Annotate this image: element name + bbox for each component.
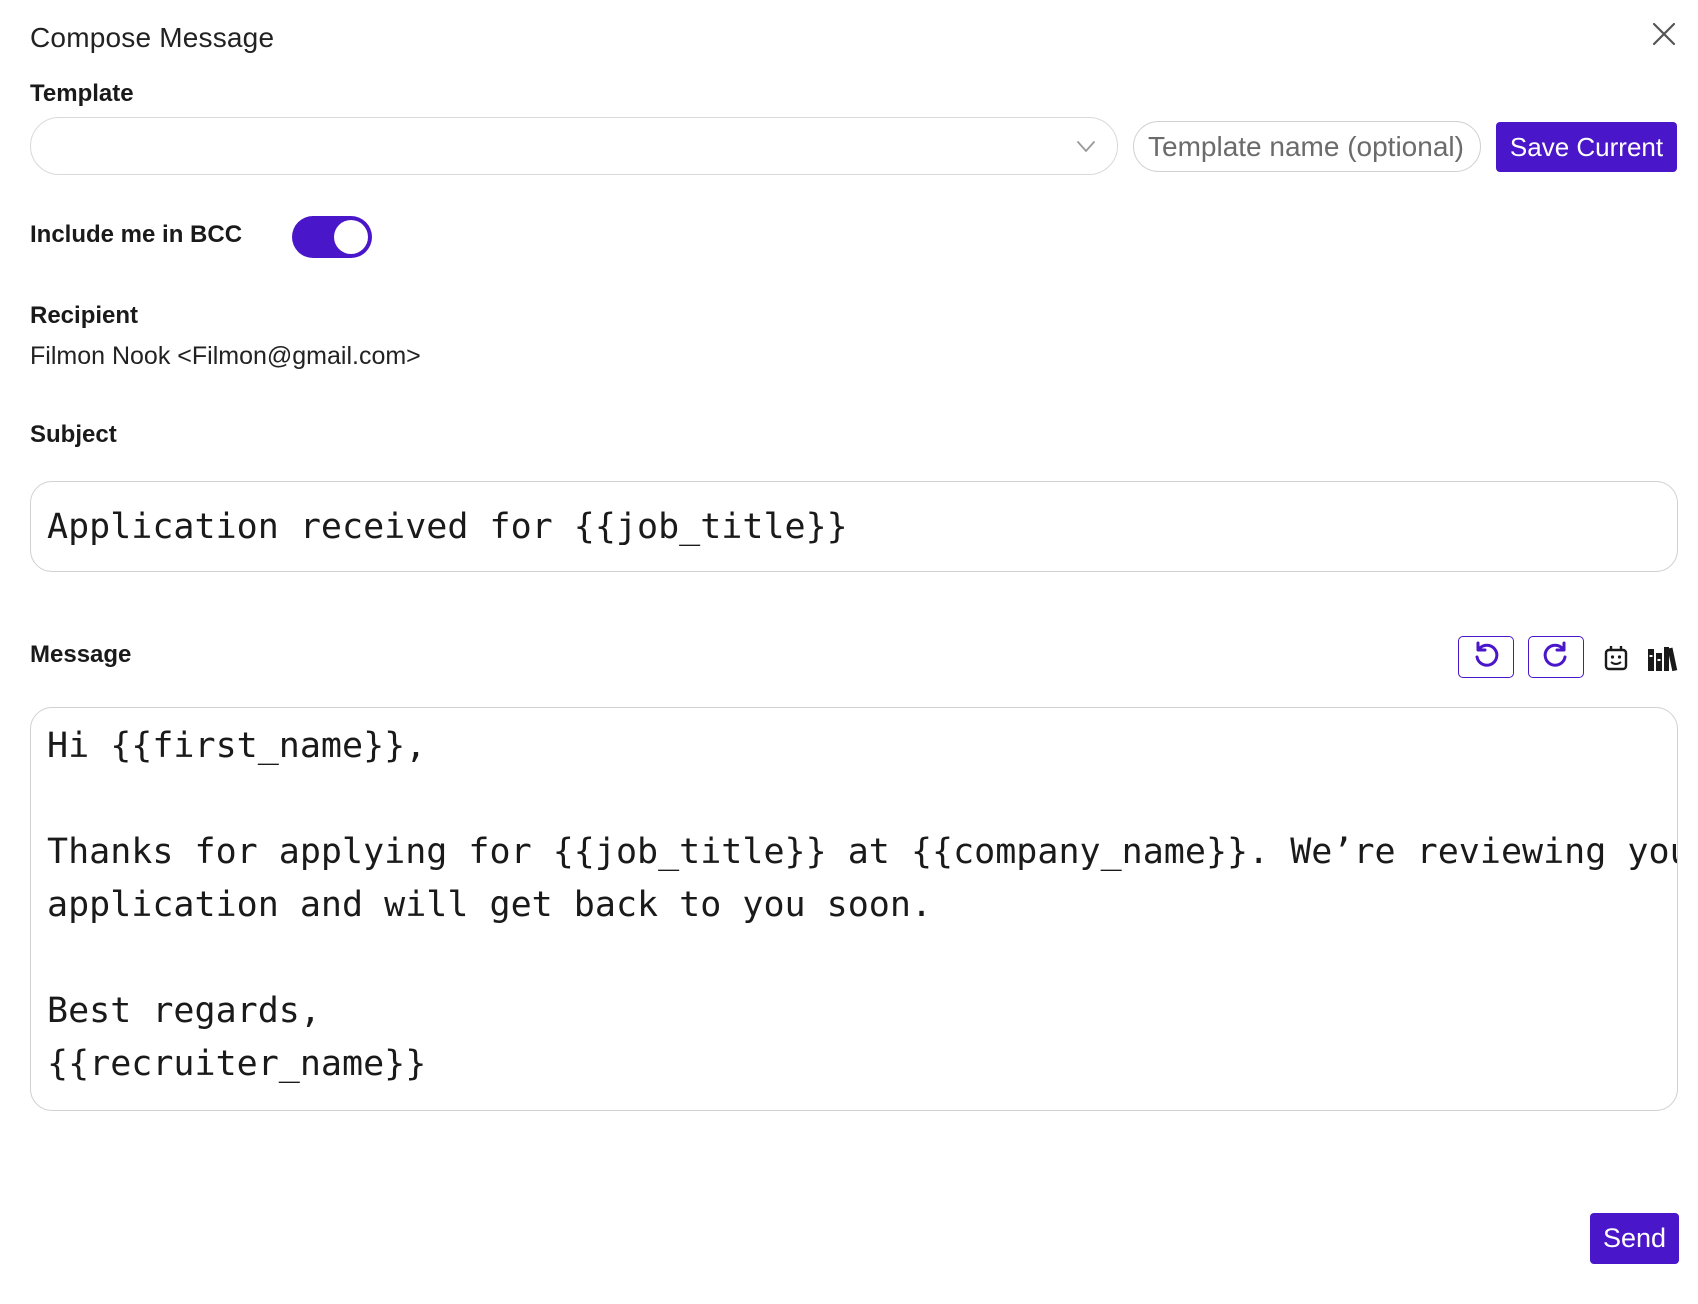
close-icon[interactable] — [1648, 18, 1680, 50]
recipient-value: Filmon Nook <Filmon@gmail.com> — [30, 342, 421, 370]
toggle-knob — [334, 220, 368, 254]
message-line: Best regards, — [47, 991, 321, 1031]
send-button[interactable]: Send — [1590, 1213, 1679, 1264]
template-name-input[interactable] — [1133, 121, 1481, 172]
message-line: Hi {{first_name}}, — [47, 726, 427, 766]
subject-label: Subject — [30, 421, 117, 448]
library-icon[interactable] — [1646, 642, 1678, 674]
bcc-toggle[interactable] — [292, 216, 372, 258]
bcc-label: Include me in BCC — [30, 221, 243, 248]
message-line: Thanks for applying for {{job_title}} at… — [47, 832, 1678, 872]
compose-message-dialog: Compose Message Template Save Current In… — [0, 0, 1698, 1304]
redo-button[interactable] — [1528, 636, 1584, 678]
recipient-label: Recipient — [30, 302, 139, 329]
template-select[interactable] — [30, 117, 1118, 175]
chevron-down-icon — [1075, 136, 1097, 161]
message-label: Message — [30, 641, 132, 668]
message-line: {{recruiter_name}} — [47, 1044, 427, 1084]
subject-input[interactable] — [30, 481, 1678, 572]
dialog-title: Compose Message — [30, 22, 275, 53]
message-line: application and will get back to you soo… — [47, 885, 933, 925]
template-label: Template — [30, 80, 134, 107]
undo-button[interactable] — [1458, 636, 1514, 678]
message-editor[interactable]: Hi {{first_name}}, Thanks for applying f… — [30, 707, 1678, 1111]
undo-icon — [1471, 640, 1501, 675]
robot-face-icon[interactable] — [1600, 642, 1632, 674]
redo-icon — [1541, 640, 1571, 675]
save-current-button[interactable]: Save Current — [1496, 122, 1677, 172]
